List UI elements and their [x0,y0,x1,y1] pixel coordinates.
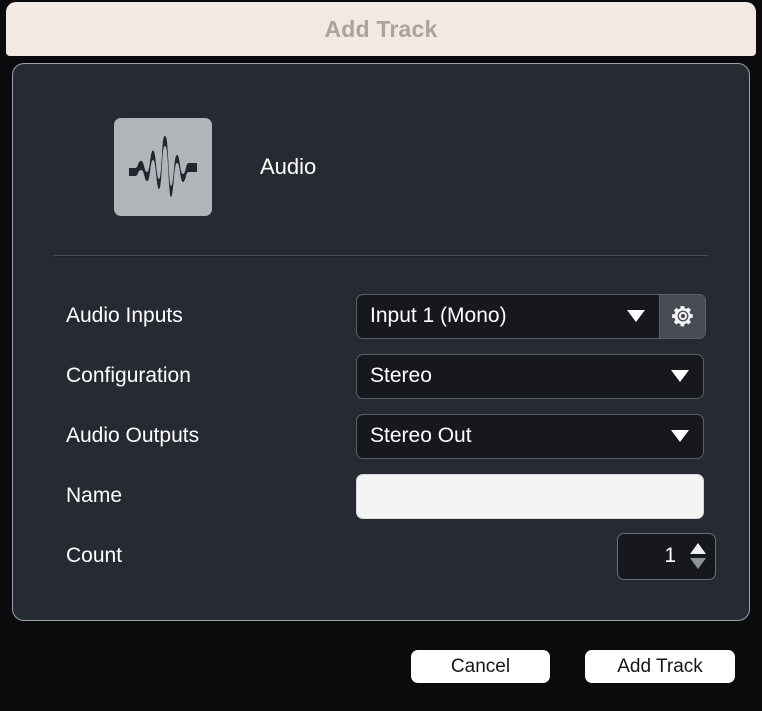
track-type-header: Audio [114,118,316,216]
audio-outputs-value: Stereo Out [370,424,472,447]
dialog-footer: Cancel Add Track [0,624,762,711]
label-name: Name [66,484,123,507]
form-row-configuration: Configuration Stereo [13,346,749,406]
count-stepper[interactable]: 1 [617,532,716,580]
add-track-button[interactable]: Add Track [585,650,735,683]
audio-inputs-value: Input 1 (Mono) [370,304,507,327]
audio-inputs-settings-button[interactable] [660,293,706,339]
label-audio-outputs: Audio Outputs [66,424,200,447]
track-settings-panel: Audio Audio Inputs Input 1 (Mono) Config… [12,63,750,621]
count-stepper-arrows [690,543,706,569]
chevron-down-icon [627,310,645,322]
name-control [356,473,704,519]
stepper-up-icon[interactable] [690,543,706,554]
add-track-dialog: Add Track Audio Audio Inputs Input 1 (Mo… [0,0,762,711]
chevron-down-icon [671,430,689,442]
section-divider [54,255,708,257]
configuration-value: Stereo [370,364,432,387]
name-input[interactable] [356,473,704,519]
form-row-count: Count 1 [13,526,749,586]
audio-inputs-select[interactable]: Input 1 (Mono) [356,293,660,339]
audio-inputs-control: Input 1 (Mono) [356,293,660,339]
form-row-audio-inputs: Audio Inputs Input 1 (Mono) [13,286,749,346]
count-value: 1 [664,544,676,567]
dialog-titlebar: Add Track [6,2,756,56]
track-settings-form: Audio Inputs Input 1 (Mono) Configuratio… [13,286,749,586]
dialog-title: Add Track [324,15,438,42]
form-row-name: Name [13,466,749,526]
audio-waveform-icon [114,118,212,216]
track-type-label: Audio [260,154,317,179]
audio-outputs-select[interactable]: Stereo Out [356,413,704,459]
label-audio-inputs: Audio Inputs [66,304,183,327]
configuration-control: Stereo [356,353,704,399]
configuration-select[interactable]: Stereo [356,353,704,399]
form-row-audio-outputs: Audio Outputs Stereo Out [13,406,749,466]
label-count: Count [66,544,123,567]
audio-outputs-control: Stereo Out [356,413,704,459]
cancel-button[interactable]: Cancel [411,650,550,683]
gear-icon [670,303,696,329]
label-configuration: Configuration [66,364,191,387]
chevron-down-icon [671,370,689,382]
stepper-down-icon[interactable] [690,558,706,569]
